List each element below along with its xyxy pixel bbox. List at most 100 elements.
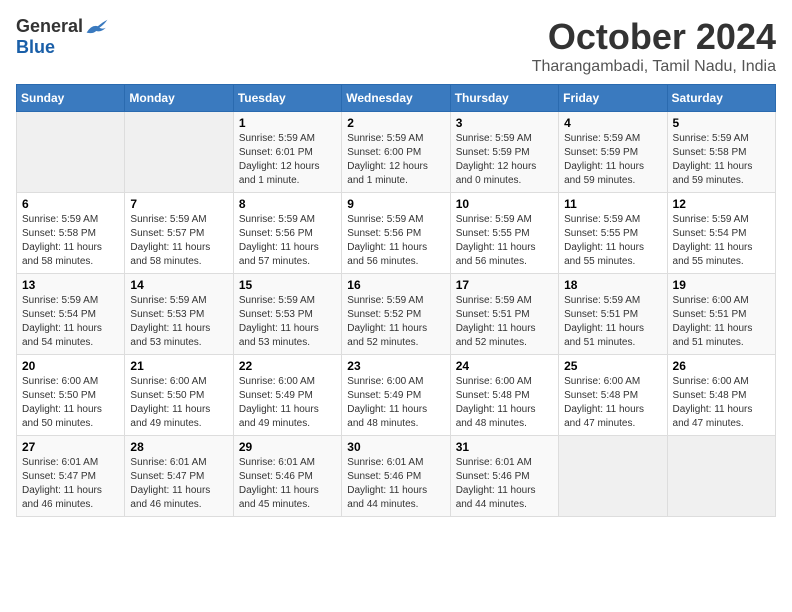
day-info: Sunrise: 6:00 AM Sunset: 5:48 PM Dayligh… [456, 375, 553, 431]
day-number: 10 [456, 197, 553, 211]
day-info: Sunrise: 6:00 AM Sunset: 5:48 PM Dayligh… [564, 375, 661, 431]
day-number: 13 [22, 278, 119, 292]
month-title: October 2024 [532, 16, 776, 58]
day-number: 12 [673, 197, 770, 211]
day-info: Sunrise: 5:59 AM Sunset: 6:00 PM Dayligh… [347, 132, 444, 188]
day-info: Sunrise: 6:00 AM Sunset: 5:51 PM Dayligh… [673, 294, 770, 350]
calendar-table: SundayMondayTuesdayWednesdayThursdayFrid… [16, 84, 776, 517]
day-number: 2 [347, 116, 444, 130]
title-area: October 2024 Tharangambadi, Tamil Nadu, … [532, 16, 776, 76]
calendar-cell: 28Sunrise: 6:01 AM Sunset: 5:47 PM Dayli… [125, 436, 233, 517]
day-info: Sunrise: 6:01 AM Sunset: 5:46 PM Dayligh… [456, 456, 553, 512]
calendar-cell: 31 Sunrise: 6:01 AM Sunset: 5:46 PM Dayli… [450, 436, 558, 517]
day-number: 11 [564, 197, 661, 211]
calendar-cell: 13 Sunrise: 5:59 AM Sunset: 5:54 PM Dayli… [17, 274, 125, 355]
calendar-cell [17, 112, 125, 193]
calendar-header: SundayMondayTuesdayWednesdayThursdayFrid… [17, 85, 776, 112]
day-number: 29 [239, 440, 336, 454]
day-info: Sunrise: 5:59 AM Sunset: 5:54 PM Dayligh… [22, 294, 119, 350]
day-number: 31 [456, 440, 553, 454]
calendar-cell: 4 Sunrise: 5:59 AM Sunset: 5:59 PM Daylig… [559, 112, 667, 193]
day-number: 16 [347, 278, 444, 292]
day-info: Sunrise: 5:59 AM Sunset: 6:01 PM Dayligh… [239, 132, 336, 188]
day-number: 21 [130, 359, 227, 373]
calendar-cell: 29 Sunrise: 6:01 AM Sunset: 5:46 PM Dayli… [233, 436, 341, 517]
day-number: 7 [130, 197, 227, 211]
logo: General Blue [16, 16, 109, 58]
header-friday: Friday [559, 85, 667, 112]
week-row-2: 13 Sunrise: 5:59 AM Sunset: 5:54 PM Dayli… [17, 274, 776, 355]
day-number: 25 [564, 359, 661, 373]
day-info: Sunrise: 6:00 AM Sunset: 5:49 PM Dayligh… [239, 375, 336, 431]
calendar-cell: 18 Sunrise: 5:59 AM Sunset: 5:51 PM Dayli… [559, 274, 667, 355]
location-subtitle: Tharangambadi, Tamil Nadu, India [532, 58, 776, 76]
day-info: Sunrise: 6:00 AM Sunset: 5:50 PM Dayligh… [22, 375, 119, 431]
day-number: 5 [673, 116, 770, 130]
calendar-cell: 11Sunrise: 5:59 AM Sunset: 5:55 PM Dayli… [559, 193, 667, 274]
day-number: 1 [239, 116, 336, 130]
calendar-cell: 2 Sunrise: 5:59 AM Sunset: 6:00 PM Daylig… [342, 112, 450, 193]
day-info: Sunrise: 5:59 AM Sunset: 5:51 PM Dayligh… [564, 294, 661, 350]
day-number: 19 [673, 278, 770, 292]
header-sunday: Sunday [17, 85, 125, 112]
calendar-cell: 6 Sunrise: 5:59 AM Sunset: 5:58 PM Daylig… [17, 193, 125, 274]
day-info: Sunrise: 6:01 AM Sunset: 5:46 PM Dayligh… [239, 456, 336, 512]
calendar-cell: 14Sunrise: 5:59 AM Sunset: 5:53 PM Dayli… [125, 274, 233, 355]
day-info: Sunrise: 6:01 AM Sunset: 5:47 PM Dayligh… [130, 456, 227, 512]
day-info: Sunrise: 6:00 AM Sunset: 5:50 PM Dayligh… [130, 375, 227, 431]
day-number: 20 [22, 359, 119, 373]
calendar-cell: 15 Sunrise: 5:59 AM Sunset: 5:53 PM Dayli… [233, 274, 341, 355]
day-number: 6 [22, 197, 119, 211]
header-monday: Monday [125, 85, 233, 112]
week-row-3: 20 Sunrise: 6:00 AM Sunset: 5:50 PM Dayli… [17, 355, 776, 436]
day-info: Sunrise: 6:00 AM Sunset: 5:49 PM Dayligh… [347, 375, 444, 431]
day-number: 9 [347, 197, 444, 211]
week-row-0: 1 Sunrise: 5:59 AM Sunset: 6:01 PM Daylig… [17, 112, 776, 193]
day-number: 8 [239, 197, 336, 211]
calendar-cell [559, 436, 667, 517]
day-info: Sunrise: 5:59 AM Sunset: 5:54 PM Dayligh… [673, 213, 770, 269]
calendar-cell: 1 Sunrise: 5:59 AM Sunset: 6:01 PM Daylig… [233, 112, 341, 193]
day-number: 15 [239, 278, 336, 292]
page-header: General Blue October 2024 Tharangambadi,… [16, 16, 776, 76]
calendar-cell: 22Sunrise: 6:00 AM Sunset: 5:49 PM Dayli… [233, 355, 341, 436]
calendar-body: 1 Sunrise: 5:59 AM Sunset: 6:01 PM Daylig… [17, 112, 776, 517]
day-info: Sunrise: 5:59 AM Sunset: 5:53 PM Dayligh… [130, 294, 227, 350]
day-info: Sunrise: 5:59 AM Sunset: 5:56 PM Dayligh… [347, 213, 444, 269]
calendar-cell: 24 Sunrise: 6:00 AM Sunset: 5:48 PM Dayli… [450, 355, 558, 436]
calendar-cell [125, 112, 233, 193]
day-number: 18 [564, 278, 661, 292]
day-info: Sunrise: 5:59 AM Sunset: 5:59 PM Dayligh… [456, 132, 553, 188]
day-info: Sunrise: 5:59 AM Sunset: 5:57 PM Dayligh… [130, 213, 227, 269]
day-info: Sunrise: 6:00 AM Sunset: 5:48 PM Dayligh… [673, 375, 770, 431]
calendar-cell: 25 Sunrise: 6:00 AM Sunset: 5:48 PM Dayli… [559, 355, 667, 436]
day-number: 26 [673, 359, 770, 373]
calendar-cell: 7 Sunrise: 5:59 AM Sunset: 5:57 PM Daylig… [125, 193, 233, 274]
day-info: Sunrise: 5:59 AM Sunset: 5:56 PM Dayligh… [239, 213, 336, 269]
day-info: Sunrise: 5:59 AM Sunset: 5:59 PM Dayligh… [564, 132, 661, 188]
day-info: Sunrise: 5:59 AM Sunset: 5:58 PM Dayligh… [22, 213, 119, 269]
calendar-cell: 10Sunrise: 5:59 AM Sunset: 5:55 PM Dayli… [450, 193, 558, 274]
calendar-cell: 30Sunrise: 6:01 AM Sunset: 5:46 PM Dayli… [342, 436, 450, 517]
day-number: 30 [347, 440, 444, 454]
calendar-cell: 3 Sunrise: 5:59 AM Sunset: 5:59 PM Daylig… [450, 112, 558, 193]
calendar-cell: 19 Sunrise: 6:00 AM Sunset: 5:51 PM Dayli… [667, 274, 775, 355]
header-thursday: Thursday [450, 85, 558, 112]
day-number: 17 [456, 278, 553, 292]
header-wednesday: Wednesday [342, 85, 450, 112]
day-number: 24 [456, 359, 553, 373]
week-row-4: 27Sunrise: 6:01 AM Sunset: 5:47 PM Dayli… [17, 436, 776, 517]
day-info: Sunrise: 5:59 AM Sunset: 5:52 PM Dayligh… [347, 294, 444, 350]
header-saturday: Saturday [667, 85, 775, 112]
calendar-cell: 9 Sunrise: 5:59 AM Sunset: 5:56 PM Daylig… [342, 193, 450, 274]
logo-general-text: General [16, 16, 83, 37]
logo-bird-icon [85, 18, 109, 36]
calendar-cell: 16 Sunrise: 5:59 AM Sunset: 5:52 PM Dayli… [342, 274, 450, 355]
calendar-cell: 17Sunrise: 5:59 AM Sunset: 5:51 PM Dayli… [450, 274, 558, 355]
logo-blue-text: Blue [16, 37, 55, 58]
day-info: Sunrise: 5:59 AM Sunset: 5:53 PM Dayligh… [239, 294, 336, 350]
calendar-cell: 20 Sunrise: 6:00 AM Sunset: 5:50 PM Dayli… [17, 355, 125, 436]
day-number: 3 [456, 116, 553, 130]
day-number: 4 [564, 116, 661, 130]
calendar-cell: 5Sunrise: 5:59 AM Sunset: 5:58 PM Daylig… [667, 112, 775, 193]
